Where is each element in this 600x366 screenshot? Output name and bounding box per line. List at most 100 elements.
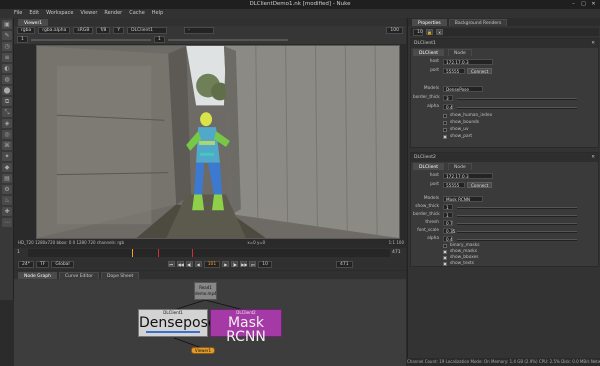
panel-close-icon[interactable]: ✕	[591, 155, 595, 160]
alpha-field[interactable]: 0.4	[443, 236, 453, 242]
prev-key-button[interactable]: ◀◀	[176, 261, 184, 267]
node-graph-canvas[interactable]: Read1 demo.mp4 DLClient1 Densepose DLCli…	[14, 280, 406, 366]
menu-help[interactable]: Help	[152, 9, 163, 18]
dlclient2-name[interactable]: DLClient2	[414, 155, 436, 160]
alpha-field[interactable]: 0.4	[443, 104, 453, 110]
connect-button[interactable]: Connect	[467, 182, 493, 188]
color-icon[interactable]: ◐	[2, 64, 12, 73]
border-thick-slider[interactable]	[457, 215, 577, 217]
zoom-field[interactable]: 100	[386, 27, 403, 34]
model-select[interactable]: Mask RCNN	[443, 196, 483, 202]
connect-button[interactable]: Connect	[467, 68, 493, 74]
viewer-image[interactable]	[36, 45, 400, 239]
channel-alpha-select[interactable]: rgba.alpha	[38, 27, 71, 34]
3d-icon[interactable]: ◈	[2, 119, 12, 128]
font-scale-field[interactable]: 0.35	[443, 228, 455, 234]
range-mode-select[interactable]: Global	[51, 260, 74, 268]
merge-icon[interactable]: ⧉	[2, 97, 12, 106]
menu-file[interactable]: File	[14, 9, 22, 18]
checkbox-show-texts[interactable]	[443, 262, 447, 266]
first-frame-button[interactable]: ⏮	[167, 261, 175, 267]
draw-icon[interactable]: ✎	[2, 31, 12, 40]
input-a-select[interactable]: DLClient1	[127, 27, 168, 34]
checkbox-binary-masks[interactable]	[443, 244, 447, 248]
tab-node[interactable]: Node	[448, 163, 472, 170]
checkbox-show-bboxes[interactable]	[443, 256, 447, 260]
alpha-slider[interactable]	[457, 107, 577, 109]
gain-slider[interactable]	[30, 38, 151, 41]
playhead[interactable]	[132, 249, 133, 257]
host-field[interactable]: 172.17.0.3	[443, 173, 493, 179]
plugins-icon[interactable]: ✚	[2, 207, 12, 216]
tab-background-renders[interactable]: Background Renders	[448, 18, 508, 26]
host-field[interactable]: 172.17.0.3	[443, 59, 493, 65]
toolsets-icon[interactable]: ▤	[2, 174, 12, 183]
checkbox-show-uv[interactable]	[443, 128, 447, 132]
gain-slider-field[interactable]: 1	[17, 36, 28, 43]
other-icon[interactable]: ⚙	[2, 185, 12, 194]
gamma-slider-field[interactable]: 1	[153, 36, 165, 43]
viewer-node[interactable]: Viewer1	[191, 347, 215, 354]
current-frame-field[interactable]: 101	[203, 260, 221, 268]
fps-field[interactable]: 24*	[18, 260, 34, 268]
tab-node-graph[interactable]: Node Graph	[18, 271, 57, 279]
menu-render[interactable]: Render	[104, 9, 122, 18]
thresh-field[interactable]: 0.7	[443, 220, 453, 226]
alpha-slider[interactable]	[457, 239, 577, 241]
densepose-node[interactable]: DLClient1 Densepose	[138, 309, 217, 337]
time-icon[interactable]: ◷	[2, 42, 12, 51]
filter-icon[interactable]: ◍	[2, 75, 12, 84]
tab-node[interactable]: Node	[448, 49, 472, 56]
show-thick-field[interactable]: 1	[443, 204, 453, 210]
show-thick-slider[interactable]	[457, 207, 577, 209]
thresh-slider[interactable]	[457, 223, 577, 225]
frame-ruler[interactable]	[28, 249, 390, 257]
range-end-field[interactable]: 471	[336, 260, 353, 268]
port-field[interactable]: 55555	[443, 68, 465, 74]
read-node[interactable]: Read1 demo.mp4	[194, 282, 217, 300]
menu-workspace[interactable]: Workspace	[46, 9, 73, 18]
gamma-field[interactable]: Y	[113, 27, 125, 34]
menu-cache[interactable]: Cache	[129, 9, 145, 18]
border-thick-field[interactable]: 3	[443, 95, 453, 101]
max-panels-field[interactable]: 10	[413, 28, 423, 36]
furnace-icon[interactable]: ♨	[2, 196, 12, 205]
tab-curve-editor[interactable]: Curve Editor	[58, 271, 100, 279]
checkbox-show-part[interactable]	[443, 135, 447, 139]
input-b-select[interactable]: -	[184, 27, 215, 34]
clear-panels-button[interactable]: ✕	[436, 29, 443, 35]
menu-edit[interactable]: Edit	[29, 9, 39, 18]
channels-select[interactable]: rgba	[17, 27, 36, 34]
tab-properties[interactable]: Properties	[412, 18, 447, 26]
tab-dope-sheet[interactable]: Dope Sheet	[101, 271, 140, 279]
lock-icon[interactable]: 🔒	[426, 29, 433, 35]
tab-dlclient[interactable]: DLClient	[413, 49, 444, 56]
tab-dlclient[interactable]: DLClient	[413, 163, 444, 170]
checkbox-show-human-index[interactable]	[443, 114, 447, 118]
play-button[interactable]: ▶	[222, 261, 230, 267]
step-field[interactable]: 10	[258, 260, 273, 268]
image-icon[interactable]: ▣	[2, 20, 12, 29]
model-select[interactable]: DensePose	[443, 86, 483, 92]
gamma-slider[interactable]	[167, 38, 288, 41]
gain-field[interactable]: f/8	[96, 27, 111, 34]
step-forward-button[interactable]: |▶	[231, 261, 239, 267]
menu-viewer[interactable]: Viewer	[80, 9, 97, 18]
checkbox-show-masks[interactable]	[443, 250, 447, 254]
views-icon[interactable]: ◎	[2, 130, 12, 139]
panel-close-icon[interactable]: ✕	[591, 41, 595, 46]
colorspace-select[interactable]: sRGB	[73, 27, 94, 34]
playback-mode[interactable]: TF	[35, 260, 50, 268]
checkbox-show-bounds[interactable]	[443, 121, 447, 125]
particles-icon[interactable]: ✦	[2, 152, 12, 161]
step-back-button[interactable]: ◀|	[185, 261, 193, 267]
border-thick-field[interactable]: 1	[443, 212, 453, 218]
close-button[interactable]: ✕	[590, 1, 597, 8]
channel-icon[interactable]: ≡	[2, 53, 12, 62]
keyer-icon[interactable]: ⬤	[2, 86, 12, 95]
metadata-icon[interactable]: ⌘	[2, 141, 12, 150]
maximize-button[interactable]: □	[580, 1, 587, 8]
tab-viewer1[interactable]: Viewer1	[18, 18, 49, 26]
play-back-button[interactable]: ◀	[194, 261, 202, 267]
border-thick-slider[interactable]	[457, 98, 577, 100]
